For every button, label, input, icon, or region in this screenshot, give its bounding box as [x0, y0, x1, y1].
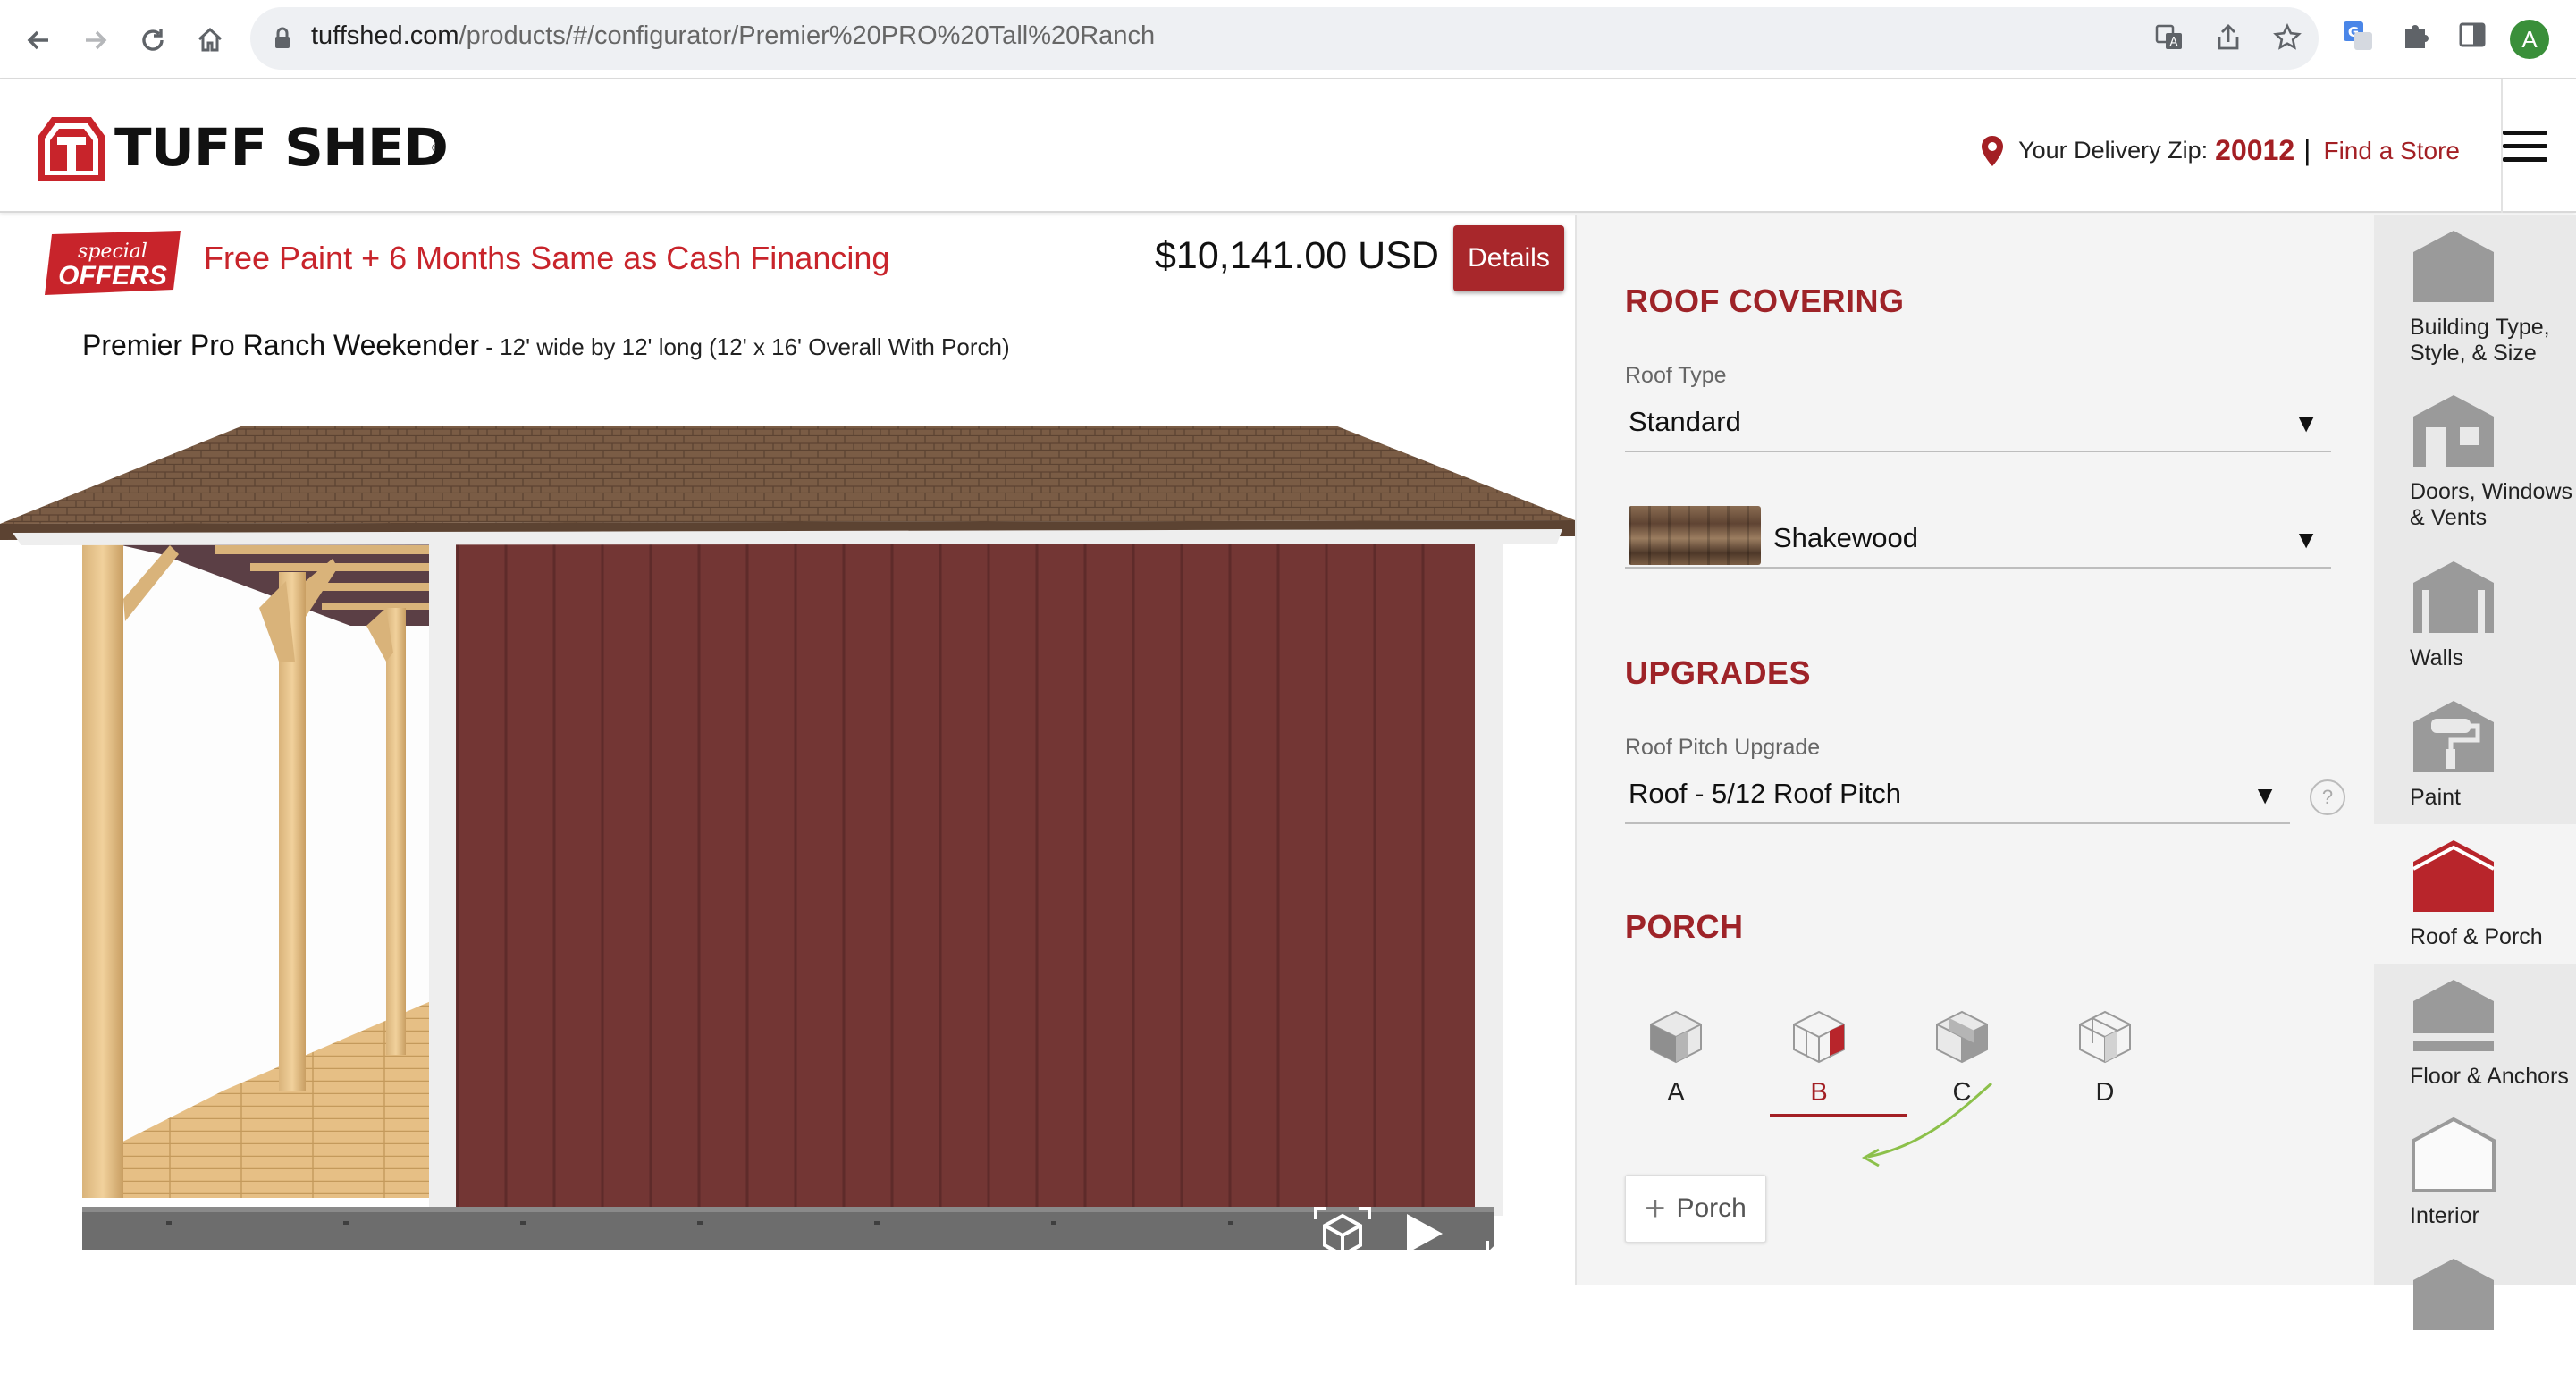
- porch-option-b[interactable]: B: [1770, 1003, 1868, 1119]
- help-question-icon[interactable]: ?: [2310, 779, 2345, 815]
- delivery-zip-value[interactable]: 20012: [2215, 134, 2294, 167]
- promo-headline[interactable]: Free Paint + 6 Months Same as Cash Finan…: [204, 240, 889, 277]
- roof-type-value: Standard: [1629, 406, 1741, 437]
- nav-roof-porch[interactable]: Roof & Porch: [2374, 824, 2576, 964]
- paint-roller-icon: [2413, 701, 2494, 772]
- plus-icon: +: [1645, 1189, 1666, 1228]
- hamburger-menu-icon[interactable]: [2503, 131, 2547, 166]
- svg-text:special: special: [78, 240, 147, 263]
- nav-label: Doors, Windows & Vents: [2410, 479, 2572, 530]
- options-panel: ROOF COVERING Roof Type Standard ▼ Shake…: [1575, 215, 2374, 1285]
- roof-pitch-value: Roof - 5/12 Roof Pitch: [1629, 778, 1901, 809]
- porch-option-a[interactable]: A: [1627, 1003, 1725, 1119]
- nav-label: Building Type, Style, & Size: [2410, 315, 2550, 366]
- extensions-puzzle-icon[interactable]: [2397, 20, 2433, 55]
- walls-icon: [2413, 561, 2494, 633]
- nav-walls[interactable]: Walls: [2374, 545, 2576, 685]
- category-nav: Building Type, Style, & Size Doors, Wind…: [2374, 215, 2576, 1330]
- porch-b-icon: [1793, 1010, 1845, 1064]
- ar-view-cube-icon[interactable]: [1312, 1205, 1373, 1270]
- roof-icon: [2412, 840, 2495, 912]
- nav-label: Walls: [2410, 645, 2464, 670]
- shingle-swatch: [1629, 506, 1761, 565]
- roof-covering-title: ROOF COVERING: [1625, 282, 1905, 319]
- nav-interior[interactable]: Interior: [2374, 1103, 2576, 1243]
- browser-toolbar: tuffshed.com/products/#/configurator/Pre…: [0, 0, 2576, 79]
- url-text[interactable]: tuffshed.com/products/#/configurator/Pre…: [311, 21, 1155, 51]
- building-icon: [2413, 231, 2494, 302]
- product-title: Premier Pro Ranch Weekender - 12' wide b…: [82, 329, 1010, 362]
- nav-label: Roof & Porch: [2410, 924, 2543, 949]
- roof-type-select[interactable]: Standard ▼: [1625, 399, 2331, 452]
- dropdown-caret-icon: ▼: [2294, 526, 2319, 553]
- porch-option-label: A: [1667, 1078, 1685, 1107]
- nav-label: Paint: [2410, 785, 2461, 810]
- back-icon[interactable]: [20, 21, 57, 59]
- profile-avatar[interactable]: A: [2510, 20, 2549, 59]
- total-price: $10,141.00 USD: [1155, 234, 1439, 277]
- nav-floor-anchors[interactable]: Floor & Anchors: [2374, 964, 2576, 1103]
- porch-d-icon: [2079, 1010, 2131, 1064]
- svg-text:A: A: [2170, 36, 2178, 49]
- home-icon[interactable]: [191, 21, 229, 59]
- nav-building-type[interactable]: Building Type, Style, & Size: [2374, 215, 2576, 366]
- site-header: TUFF SHED ® Your Delivery Zip: 20012 | Fi…: [0, 79, 2576, 213]
- porch-a-icon: [1650, 1010, 1702, 1064]
- nav-more[interactable]: [2374, 1243, 2576, 1382]
- floor-icon: [2413, 980, 2494, 1051]
- product-dimensions: - 12' wide by 12' long (12' x 16' Overal…: [479, 333, 1010, 360]
- roof-pitch-label: Roof Pitch Upgrade: [1625, 735, 1821, 760]
- delivery-zip-area: Your Delivery Zip: 20012 | Find a Store: [1981, 134, 2460, 167]
- porch-option-label: B: [1810, 1078, 1828, 1107]
- special-offers-badge[interactable]: special OFFERS: [45, 231, 181, 295]
- upgrades-title: UPGRADES: [1625, 654, 1812, 691]
- nav-label: Floor & Anchors: [2410, 1064, 2569, 1089]
- product-name: Premier Pro Ranch Weekender: [82, 329, 480, 361]
- doors-icon: [2413, 395, 2494, 467]
- building-partial-icon: [2413, 1259, 2494, 1330]
- lock-icon[interactable]: [274, 27, 291, 55]
- shingle-color-select[interactable]: Shakewood ▼: [1625, 506, 2331, 569]
- play-icon[interactable]: [1400, 1210, 1446, 1261]
- google-translate-ext-icon[interactable]: G: [2340, 20, 2376, 55]
- shed-render: [0, 426, 1575, 1250]
- translate-icon[interactable]: A: [2154, 23, 2185, 54]
- side-panel-icon[interactable]: [2454, 20, 2490, 55]
- shed-3d-viewer[interactable]: [0, 393, 1575, 1285]
- header-separator: |: [2303, 134, 2311, 166]
- reload-icon[interactable]: [134, 21, 172, 59]
- porch-option-label: D: [2095, 1078, 2115, 1107]
- nav-paint[interactable]: Paint: [2374, 685, 2576, 824]
- roof-type-label: Roof Type: [1625, 363, 1727, 388]
- porch-option-d[interactable]: D: [2056, 1003, 2154, 1119]
- annotation-arrow: [1861, 1082, 1993, 1167]
- shingle-color-value: Shakewood: [1773, 522, 1919, 553]
- logo-wordmark: TUFF SHED: [114, 117, 449, 178]
- dropdown-caret-icon: ▼: [2294, 409, 2319, 437]
- forward-icon[interactable]: [77, 21, 114, 59]
- dropdown-caret-icon: ▼: [2252, 781, 2277, 809]
- add-porch-label: Porch: [1676, 1193, 1747, 1223]
- fullscreen-icon[interactable]: [1484, 1212, 1530, 1263]
- details-button[interactable]: Details: [1453, 225, 1564, 291]
- delivery-zip-label: Your Delivery Zip:: [2018, 137, 2209, 164]
- roof-pitch-select[interactable]: Roof - 5/12 Roof Pitch ▼: [1625, 771, 2290, 824]
- bookmark-star-icon[interactable]: [2272, 22, 2302, 54]
- nav-label: Interior: [2410, 1203, 2479, 1228]
- share-icon[interactable]: [2213, 23, 2243, 54]
- tuff-shed-logo[interactable]: TUFF SHED ®: [34, 109, 449, 186]
- location-pin-icon: [1982, 135, 2004, 166]
- barn-logo-icon: [38, 117, 105, 181]
- porch-c-icon: [1936, 1010, 1988, 1064]
- add-porch-button[interactable]: + Porch: [1625, 1175, 1766, 1243]
- nav-doors-windows[interactable]: Doors, Windows & Vents: [2374, 379, 2576, 530]
- porch-title: PORCH: [1625, 908, 1744, 945]
- svg-text:OFFERS: OFFERS: [58, 261, 167, 291]
- address-bar[interactable]: tuffshed.com/products/#/configurator/Pre…: [250, 7, 2319, 70]
- find-a-store-link[interactable]: Find a Store: [2323, 137, 2460, 165]
- interior-icon: [2412, 1117, 2496, 1192]
